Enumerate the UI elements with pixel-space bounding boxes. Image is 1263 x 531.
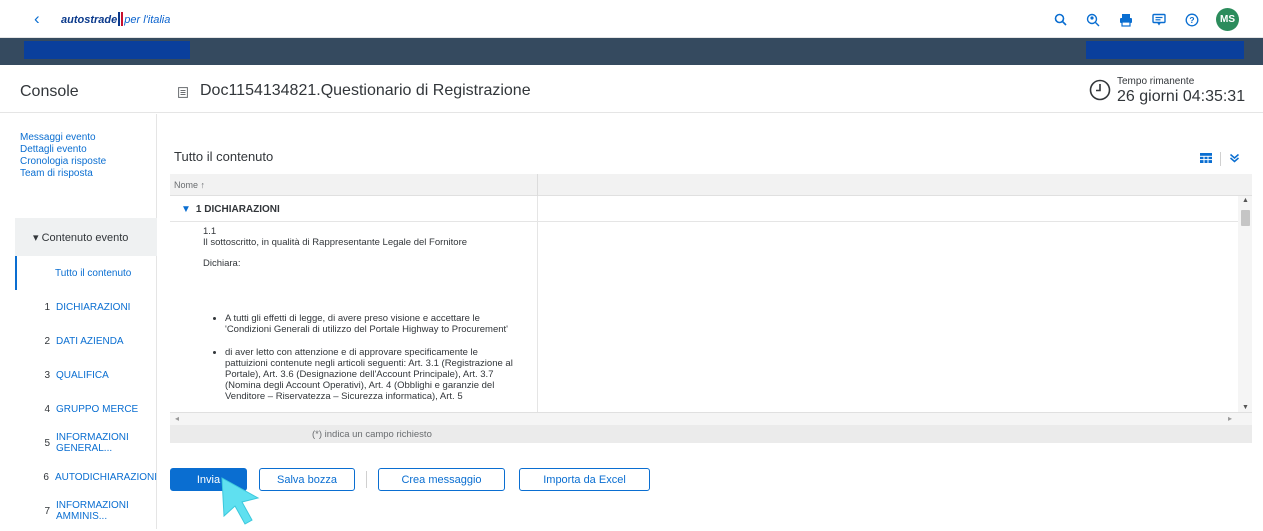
help-icon[interactable]: ? bbox=[1183, 10, 1201, 30]
logo-mark bbox=[118, 12, 124, 26]
contenuto-evento-toggle[interactable]: ▾ Contenuto evento bbox=[15, 218, 157, 256]
toolbar-divider bbox=[1220, 152, 1221, 166]
question-1-1: 1.1 Il sottoscritto, in qualità di Rappr… bbox=[203, 226, 523, 412]
link-messaggi-evento[interactable]: Messaggi evento bbox=[20, 132, 106, 144]
nav-item-autodichiarazioni[interactable]: 6 AUTODICHIARAZIONI bbox=[15, 460, 157, 494]
list-item: A tutti gli effetti di legge, di avere p… bbox=[225, 313, 523, 335]
required-note: (*) indica un campo richiesto bbox=[312, 429, 432, 440]
link-team-di-risposta[interactable]: Team di risposta bbox=[20, 168, 106, 180]
page-title: Doc1154134821.Questionario di Registrazi… bbox=[200, 82, 531, 99]
link-cronologia-risposte[interactable]: Cronologia risposte bbox=[20, 156, 106, 168]
button-separator bbox=[366, 471, 367, 488]
nav-item-label: DICHIARAZIONI bbox=[56, 301, 131, 313]
scroll-left-icon[interactable]: ◂ bbox=[175, 414, 179, 423]
list-item: di aver letto con attenzione e di approv… bbox=[225, 347, 523, 402]
nav-item-label: DATI AZIENDA bbox=[56, 335, 124, 347]
page-header: Console Doc1154134821.Questionario di Re… bbox=[0, 65, 1263, 113]
svg-text:?: ? bbox=[1189, 15, 1194, 25]
column-header-nome[interactable]: Nome ↑ bbox=[174, 180, 205, 190]
chat-icon[interactable] bbox=[1150, 10, 1168, 30]
scrollbar-thumb[interactable] bbox=[1241, 210, 1250, 226]
nav-item-informazioni-amministrative[interactable]: 7 INFORMAZIONI AMMINIS... bbox=[15, 494, 157, 528]
nav-item-dichiarazioni[interactable]: 1 DICHIARAZIONI bbox=[15, 290, 157, 324]
time-remaining-label: Tempo rimanente bbox=[1117, 76, 1195, 87]
clock-icon bbox=[1089, 79, 1111, 106]
create-message-button[interactable]: Crea messaggio bbox=[378, 468, 505, 491]
group-title: 1 DICHIARAZIONI bbox=[195, 204, 280, 215]
nav-item-number: 4 bbox=[44, 403, 50, 415]
question-text: Il sottoscritto, in qualità di Rappresen… bbox=[203, 237, 468, 248]
print-icon[interactable] bbox=[1117, 10, 1135, 30]
nav-item-number: 5 bbox=[44, 437, 50, 449]
link-dettagli-evento[interactable]: Dettagli evento bbox=[20, 144, 106, 156]
logo-sub-text: per l'italia bbox=[124, 14, 171, 26]
import-excel-button[interactable]: Importa da Excel bbox=[519, 468, 650, 491]
nav-item-number: 3 bbox=[44, 369, 50, 381]
nav-item-tutto-il-contenuto[interactable]: Tutto il contenuto bbox=[15, 256, 157, 290]
top-bar: ‹ autostrade per l'italia ? MS bbox=[0, 0, 1263, 38]
nav-item-qualifica[interactable]: 3 QUALIFICA bbox=[15, 358, 157, 392]
collapse-all-icon[interactable] bbox=[1229, 150, 1240, 168]
user-avatar[interactable]: MS bbox=[1216, 8, 1239, 31]
question-dichiara: Dichiara: bbox=[203, 258, 241, 269]
horizontal-scrollbar[interactable]: ◂ ▸ bbox=[170, 413, 1252, 425]
shell-block-right bbox=[1086, 41, 1244, 59]
scroll-down-icon[interactable]: ▼ bbox=[1242, 404, 1249, 411]
table-header: Nome ↑ bbox=[170, 174, 1252, 196]
nav-item-label-line1: INFORMAZIONI bbox=[56, 432, 129, 443]
scroll-up-icon[interactable]: ▲ bbox=[1242, 197, 1249, 204]
mouse-cursor-icon bbox=[218, 476, 264, 531]
logo[interactable]: autostrade per l'italia bbox=[61, 12, 170, 26]
save-draft-button[interactable]: Salva bozza bbox=[259, 468, 355, 491]
nav-item-number: 1 bbox=[44, 301, 50, 313]
nav-item-number: 6 bbox=[43, 471, 49, 483]
vertical-scrollbar[interactable]: ▲ ▼ bbox=[1238, 196, 1252, 412]
column-divider bbox=[537, 174, 538, 196]
nav-item-label: INFORMAZIONI GENERAL... bbox=[56, 432, 129, 454]
nav-item-number: 2 bbox=[44, 335, 50, 347]
nav-item-dati-azienda[interactable]: 2 DATI AZIENDA bbox=[15, 324, 157, 358]
time-remaining-value: 26 giorni 04:35:31 bbox=[1117, 88, 1246, 105]
nav-item-label: Tutto il contenuto bbox=[55, 267, 132, 279]
nav-item-gruppo-merce[interactable]: 4 GRUPPO MERCE bbox=[15, 392, 157, 426]
nav-item-informazioni-generali[interactable]: 5 INFORMAZIONI GENERAL... bbox=[15, 426, 157, 460]
nav-item-label-line1: INFORMAZIONI bbox=[56, 500, 129, 511]
nav-item-label: GRUPPO MERCE bbox=[56, 403, 139, 415]
nav-item-label-line2: AMMINIS... bbox=[56, 511, 108, 522]
question-number: 1.1 bbox=[203, 226, 217, 237]
nav-item-label: QUALIFICA bbox=[56, 369, 109, 381]
table-row-group[interactable]: ▼ 1 DICHIARAZIONI bbox=[170, 196, 1238, 222]
expand-triangle-icon[interactable]: ▼ bbox=[181, 204, 191, 215]
scroll-right-icon[interactable]: ▸ bbox=[1228, 414, 1232, 423]
document-icon bbox=[178, 85, 188, 103]
search-icon[interactable] bbox=[1051, 10, 1069, 30]
content-nav: Tutto il contenuto 1 DICHIARAZIONI 2 DAT… bbox=[15, 256, 157, 528]
user-search-icon[interactable] bbox=[1084, 10, 1102, 30]
table-body: ▼ 1 DICHIARAZIONI 1.1 Il sottoscritto, in… bbox=[170, 196, 1252, 413]
shell-block-left bbox=[24, 41, 190, 59]
table-view-icon[interactable] bbox=[1200, 150, 1212, 168]
nav-item-number: 7 bbox=[44, 505, 50, 517]
nav-item-label-line2: GENERAL... bbox=[56, 443, 113, 454]
section-title: Tutto il contenuto bbox=[174, 149, 274, 164]
sidebar: Messaggi evento Dettagli evento Cronolog… bbox=[0, 114, 157, 529]
nav-item-label: INFORMAZIONI AMMINIS... bbox=[56, 500, 129, 522]
back-button[interactable]: ‹ bbox=[34, 9, 40, 29]
column-divider bbox=[537, 196, 538, 412]
logo-main-text: autostrade bbox=[61, 14, 118, 26]
console-title: Console bbox=[20, 83, 79, 100]
required-note-bar: (*) indica un campo richiesto bbox=[170, 425, 1252, 443]
nav-item-label: AUTODICHIARAZIONI bbox=[54, 471, 157, 483]
